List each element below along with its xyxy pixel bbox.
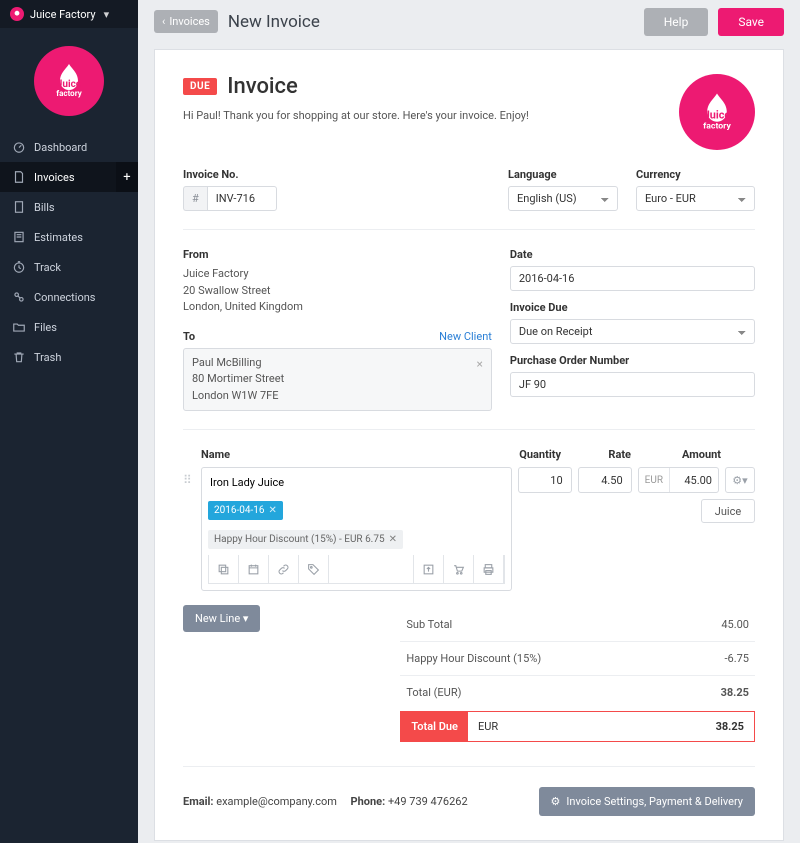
- company-logo-icon: factoryJuice: [679, 74, 755, 150]
- topbar: ‹ Invoices New Invoice Help Save: [138, 0, 800, 43]
- unit-select[interactable]: Juice: [701, 499, 755, 523]
- tag-icon[interactable]: [299, 555, 329, 583]
- workspace-switcher[interactable]: Juice Factory ▾: [0, 0, 138, 28]
- new-line-button[interactable]: New Line ▾: [183, 605, 260, 632]
- line-item: ⠿ 2016-04-16 ✕ Happy Hour Discount (15%)…: [183, 467, 755, 591]
- calendar-icon[interactable]: [239, 555, 269, 583]
- close-icon[interactable]: ×: [476, 355, 482, 373]
- sidebar-logo: factoryJuice: [0, 28, 138, 126]
- line-toolbar: [208, 555, 505, 584]
- po-number-label: Purchase Order Number: [510, 354, 755, 367]
- gauge-icon: [12, 140, 26, 154]
- file-icon: [12, 170, 26, 184]
- to-label: To: [183, 330, 195, 343]
- svg-text:factory: factory: [703, 122, 731, 132]
- sidebar-item-bills[interactable]: Bills: [0, 192, 138, 222]
- sidebar-item-track[interactable]: Track: [0, 252, 138, 282]
- language-label: Language: [508, 168, 618, 181]
- line-name-input[interactable]: [208, 474, 505, 491]
- client-box[interactable]: × Paul McBilling 80 Mortimer Street Lond…: [183, 348, 492, 412]
- svg-text:Juice: Juice: [57, 79, 82, 90]
- sidebar-item-trash[interactable]: Trash: [0, 342, 138, 372]
- page-title: New Invoice: [228, 12, 320, 32]
- sidebar: Juice Factory ▾ factoryJuice Dashboard I…: [0, 0, 138, 843]
- clock-icon: [12, 260, 26, 274]
- chevron-left-icon: ‹: [162, 15, 165, 28]
- line-settings-button[interactable]: ⚙▾: [725, 467, 755, 493]
- sidebar-item-label: Connections: [34, 291, 95, 304]
- remove-chip-icon[interactable]: ✕: [389, 534, 397, 545]
- invoice-number-prefix: #: [183, 186, 207, 211]
- new-client-link[interactable]: New Client: [439, 330, 492, 343]
- from-label: From: [183, 248, 492, 261]
- currency-select[interactable]: Euro - EUR: [636, 186, 755, 211]
- sidebar-item-connections[interactable]: Connections: [0, 282, 138, 312]
- date-chip[interactable]: 2016-04-16 ✕: [208, 501, 283, 520]
- invoice-settings-button[interactable]: ⚙ Invoice Settings, Payment & Delivery: [539, 787, 755, 816]
- language-select[interactable]: English (US): [508, 186, 618, 211]
- po-number-input[interactable]: [510, 372, 755, 397]
- sidebar-item-label: Dashboard: [34, 141, 87, 154]
- totals-block: Sub Total45.00 Happy Hour Discount (15%)…: [400, 608, 755, 742]
- invoice-number-label: Invoice No.: [183, 168, 353, 181]
- sidebar-item-label: Estimates: [34, 231, 83, 244]
- sidebar-item-files[interactable]: Files: [0, 312, 138, 342]
- rate-input[interactable]: [578, 467, 632, 493]
- page-icon: [12, 200, 26, 214]
- invoice-due-select[interactable]: Due on Receipt: [510, 319, 755, 344]
- status-badge: DUE: [183, 78, 217, 95]
- chevron-down-icon: ▾: [243, 612, 249, 625]
- cart-icon[interactable]: [444, 555, 474, 583]
- sidebar-item-label: Files: [34, 321, 57, 334]
- sheet-icon: [12, 230, 26, 244]
- juice-logo-icon: factoryJuice: [34, 46, 104, 116]
- greeting-text: Hi Paul! Thank you for shopping at our s…: [183, 109, 529, 122]
- quantity-input[interactable]: [518, 467, 572, 493]
- invoice-card: DUE Invoice Hi Paul! Thank you for shopp…: [154, 49, 784, 841]
- invoice-number-input[interactable]: [207, 186, 277, 211]
- total-due: Total Due EUR 38.25: [400, 711, 755, 742]
- back-button[interactable]: ‹ Invoices: [154, 10, 218, 33]
- brand-name: Juice Factory: [30, 8, 96, 21]
- sidebar-item-estimates[interactable]: Estimates: [0, 222, 138, 252]
- folder-icon: [12, 320, 26, 334]
- svg-text:factory: factory: [56, 89, 82, 98]
- discount-chip[interactable]: Happy Hour Discount (15%) - EUR 6.75 ✕: [208, 530, 403, 549]
- back-label: Invoices: [169, 15, 210, 28]
- print-icon[interactable]: [474, 555, 504, 583]
- invoice-footer: Email: example@company.com Phone: +49 73…: [183, 787, 755, 816]
- drag-handle-icon[interactable]: ⠿: [183, 467, 195, 487]
- add-invoice-button[interactable]: +: [116, 162, 138, 192]
- sidebar-item-label: Track: [34, 261, 61, 274]
- link-icon: [12, 290, 26, 304]
- remove-chip-icon[interactable]: ✕: [269, 505, 277, 516]
- sidebar-item-dashboard[interactable]: Dashboard: [0, 132, 138, 162]
- chevron-down-icon: ▾: [104, 8, 110, 21]
- attach-link-icon[interactable]: [269, 555, 299, 583]
- amount-display: EUR 45.00: [638, 467, 719, 493]
- help-button[interactable]: Help: [644, 8, 709, 36]
- archive-icon[interactable]: [414, 555, 444, 583]
- sidebar-item-label: Bills: [34, 201, 55, 214]
- primary-nav: Dashboard Invoices + Bills Estimates Tra…: [0, 132, 138, 372]
- from-address: Juice Factory 20 Swallow Street London, …: [183, 266, 492, 316]
- svg-text:Juice: Juice: [704, 109, 731, 122]
- invoice-heading: Invoice: [227, 74, 298, 99]
- main-area: ‹ Invoices New Invoice Help Save DUE Inv…: [138, 0, 800, 843]
- currency-label: Currency: [636, 168, 755, 181]
- brand-badge-icon: [10, 7, 24, 21]
- save-button[interactable]: Save: [718, 8, 784, 36]
- invoice-due-label: Invoice Due: [510, 301, 755, 314]
- gear-icon: ⚙: [551, 795, 561, 808]
- sidebar-item-label: Trash: [34, 351, 61, 364]
- copy-icon[interactable]: [209, 555, 239, 583]
- sidebar-item-label: Invoices: [34, 171, 75, 184]
- line-items-header: Name Quantity Rate Amount: [183, 448, 755, 467]
- sidebar-item-invoices[interactable]: Invoices +: [0, 162, 138, 192]
- date-input[interactable]: [510, 266, 755, 291]
- trash-icon: [12, 350, 26, 364]
- date-label: Date: [510, 248, 755, 261]
